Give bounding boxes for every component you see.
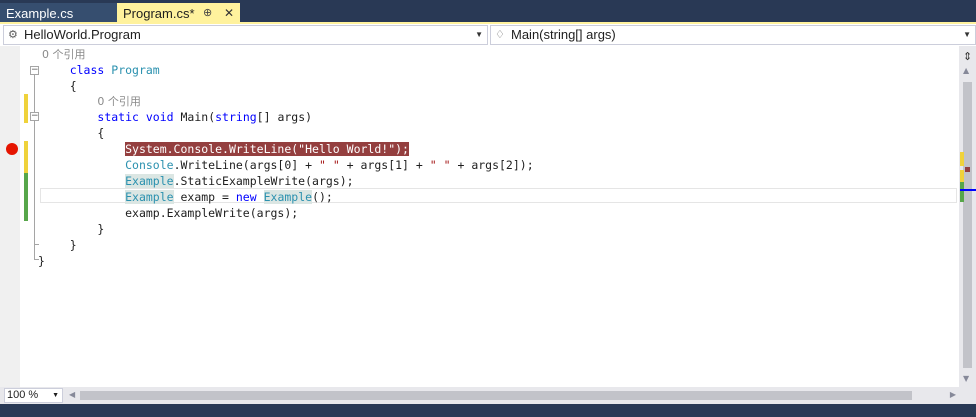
method-icon: ♢	[495, 29, 505, 41]
class-dropdown-value: HelloWorld.Program	[24, 27, 141, 42]
collapse-method-toggle[interactable]: −	[30, 112, 39, 121]
code-line: {	[97, 126, 105, 140]
class-dropdown[interactable]: ⚙ HelloWorld.Program ▼	[3, 25, 488, 45]
breakpoint-icon[interactable]	[6, 143, 18, 155]
navigation-bar: ⚙ HelloWorld.Program ▼ ♢ Main(string[] a…	[0, 24, 976, 46]
horizontal-scrollbar[interactable]: ◀ ▶	[66, 387, 959, 404]
member-dropdown[interactable]: ♢ Main(string[] args) ▼	[490, 25, 976, 45]
editor-bottom-bar: 100 % ▼ ◀ ▶	[0, 387, 976, 404]
code-line: examp.ExampleWrite(args);	[125, 206, 299, 220]
tab-program-cs[interactable]: Program.cs* ⊕ ✕	[117, 3, 240, 24]
tab-label: Program.cs*	[123, 6, 195, 21]
horizontal-scroll-thumb[interactable]	[80, 391, 912, 400]
change-marker-unsaved	[24, 141, 28, 173]
document-tab-strip: Example.cs Program.cs* ⊕ ✕	[0, 0, 976, 24]
chevron-down-icon[interactable]: ▼	[52, 389, 59, 402]
zoom-value: 100 %	[7, 389, 39, 401]
resize-grip	[959, 387, 976, 404]
overview-caret-marker	[960, 189, 976, 191]
code-line: Example.StaticExampleWrite(args);	[125, 174, 354, 188]
code-line: }	[69, 238, 77, 252]
overview-change-marker	[960, 182, 964, 202]
zoom-dropdown[interactable]: 100 % ▼	[4, 388, 63, 403]
outline-guide	[34, 118, 35, 245]
vertical-scroll-thumb[interactable]	[963, 82, 972, 368]
pin-icon[interactable]: ⊕	[203, 3, 212, 24]
code-line: Console.WriteLine(args[0] + " " + args[1…	[125, 158, 534, 172]
scroll-right-icon[interactable]: ▶	[950, 390, 956, 399]
code-line: }	[97, 222, 105, 236]
glyph-margin[interactable]	[0, 46, 20, 387]
change-marker-saved	[24, 173, 28, 221]
collapse-class-toggle[interactable]: −	[30, 66, 39, 75]
member-dropdown-value: Main(string[] args)	[511, 27, 616, 42]
status-bar	[0, 404, 976, 417]
close-icon[interactable]: ✕	[224, 3, 234, 24]
outline-end	[34, 244, 39, 245]
change-marker-unsaved	[24, 94, 28, 123]
tab-label: Example.cs	[6, 6, 74, 21]
split-window-icon[interactable]: ⇕	[963, 50, 972, 63]
scroll-down-icon[interactable]: ▼	[963, 374, 969, 383]
chevron-down-icon[interactable]: ▼	[963, 26, 971, 44]
class-icon: ⚙	[8, 29, 18, 41]
scroll-up-icon[interactable]: ▲	[963, 66, 969, 75]
chevron-down-icon[interactable]: ▼	[475, 26, 483, 44]
vertical-scrollbar[interactable]: ⇕ ▲ ▼	[959, 46, 976, 387]
overview-change-marker	[960, 152, 964, 166]
code-line-current: Example examp = new Example();	[125, 190, 333, 204]
tab-example-cs[interactable]: Example.cs	[0, 3, 117, 24]
code-line: {	[69, 79, 77, 93]
scroll-left-icon[interactable]: ◀	[69, 390, 75, 399]
code-line: }	[38, 254, 45, 268]
code-line-breakpoint: System.Console.WriteLine("Hello World!")…	[42, 141, 409, 157]
code-line: class Program	[69, 63, 160, 77]
code-editor[interactable]: − − 0 个引用 class Program { 0 个引用 static v…	[0, 46, 959, 387]
breakpoint-highlight: System.Console.WriteLine("Hello World!")…	[125, 142, 409, 156]
code-lens-references[interactable]: 0 个引用	[42, 46, 86, 62]
overview-change-marker	[960, 170, 964, 182]
overview-breakpoint-marker	[965, 167, 970, 172]
code-line: static void Main(string[] args)	[97, 110, 313, 124]
code-lens-references[interactable]: 0 个引用	[42, 93, 141, 109]
